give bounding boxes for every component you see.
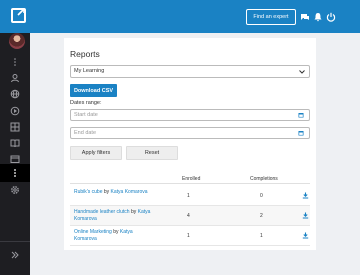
reports-card: Reports My Learning Download CSV Dates r… — [64, 38, 316, 250]
play-icon[interactable] — [10, 106, 20, 116]
power-icon[interactable] — [326, 12, 336, 22]
end-date-field[interactable]: End date — [70, 127, 310, 139]
author-link[interactable]: Katya Komarova — [111, 189, 148, 195]
calendar-icon — [298, 113, 304, 118]
completions-header: Completions — [250, 176, 278, 182]
top-bar: Find an expert — [0, 0, 360, 33]
more-icon[interactable] — [10, 57, 20, 67]
chat-icon[interactable] — [300, 12, 310, 22]
store-icon[interactable] — [10, 154, 20, 164]
course-select[interactable]: My Learning — [70, 65, 310, 78]
grid-icon[interactable] — [10, 122, 20, 132]
chevron-down-icon — [299, 70, 305, 74]
table-row: Rubik's cube by Katya Komarova 1 0 — [70, 186, 310, 206]
reports-icon[interactable] — [10, 168, 20, 178]
start-date-field[interactable]: Start date — [70, 109, 310, 121]
table-row: Online Marketing by Katya Komarova 1 1 — [70, 226, 310, 246]
course-link[interactable]: Handmade leather clutch — [74, 209, 130, 215]
course-link[interactable]: Online Marketing — [74, 229, 112, 235]
completions-cell: 1 — [260, 233, 263, 239]
completions-cell: 0 — [260, 193, 263, 199]
gear-icon[interactable] — [10, 185, 20, 195]
by-text: by — [130, 209, 137, 215]
course-cell: Online Marketing by Katya Komarova — [74, 229, 154, 242]
enrolled-cell: 1 — [187, 233, 190, 239]
download-csv-button[interactable]: Download CSV — [70, 84, 117, 97]
download-icon[interactable] — [302, 192, 309, 199]
enrolled-cell: 1 — [187, 193, 190, 199]
globe-icon[interactable] — [10, 89, 20, 99]
by-text: by — [113, 229, 119, 235]
book-icon[interactable] — [10, 138, 20, 148]
course-link[interactable]: Rubik's cube — [74, 189, 102, 195]
logo-icon[interactable] — [11, 8, 26, 23]
avatar[interactable] — [9, 33, 25, 49]
sidebar-divider — [0, 241, 30, 242]
completions-cell: 2 — [260, 213, 263, 219]
course-select-value: My Learning — [74, 68, 105, 74]
start-date-placeholder: Start date — [74, 112, 98, 118]
enrolled-header: Enrolled — [182, 176, 201, 182]
page-title: Reports — [70, 49, 100, 59]
apply-filters-button[interactable]: Apply filters — [70, 146, 122, 160]
expand-icon[interactable] — [10, 250, 20, 260]
end-date-placeholder: End date — [74, 130, 97, 136]
by-text: by — [103, 189, 110, 195]
user-icon[interactable] — [10, 73, 20, 83]
course-cell: Handmade leather clutch by Katya Komarov… — [74, 209, 154, 222]
table-row: Handmade leather clutch by Katya Komarov… — [70, 206, 310, 226]
reset-button[interactable]: Reset — [126, 146, 178, 160]
course-cell: Rubik's cube by Katya Komarova — [74, 189, 154, 196]
sidebar — [0, 33, 30, 275]
download-icon[interactable] — [302, 212, 309, 219]
bell-icon[interactable] — [313, 12, 323, 22]
dates-range-label: Dates range: — [70, 100, 102, 106]
table-header: Enrolled Completions — [70, 174, 310, 184]
download-icon[interactable] — [302, 232, 309, 239]
find-expert-button[interactable]: Find an expert — [246, 9, 296, 25]
calendar-icon — [298, 131, 304, 136]
enrolled-cell: 4 — [187, 213, 190, 219]
